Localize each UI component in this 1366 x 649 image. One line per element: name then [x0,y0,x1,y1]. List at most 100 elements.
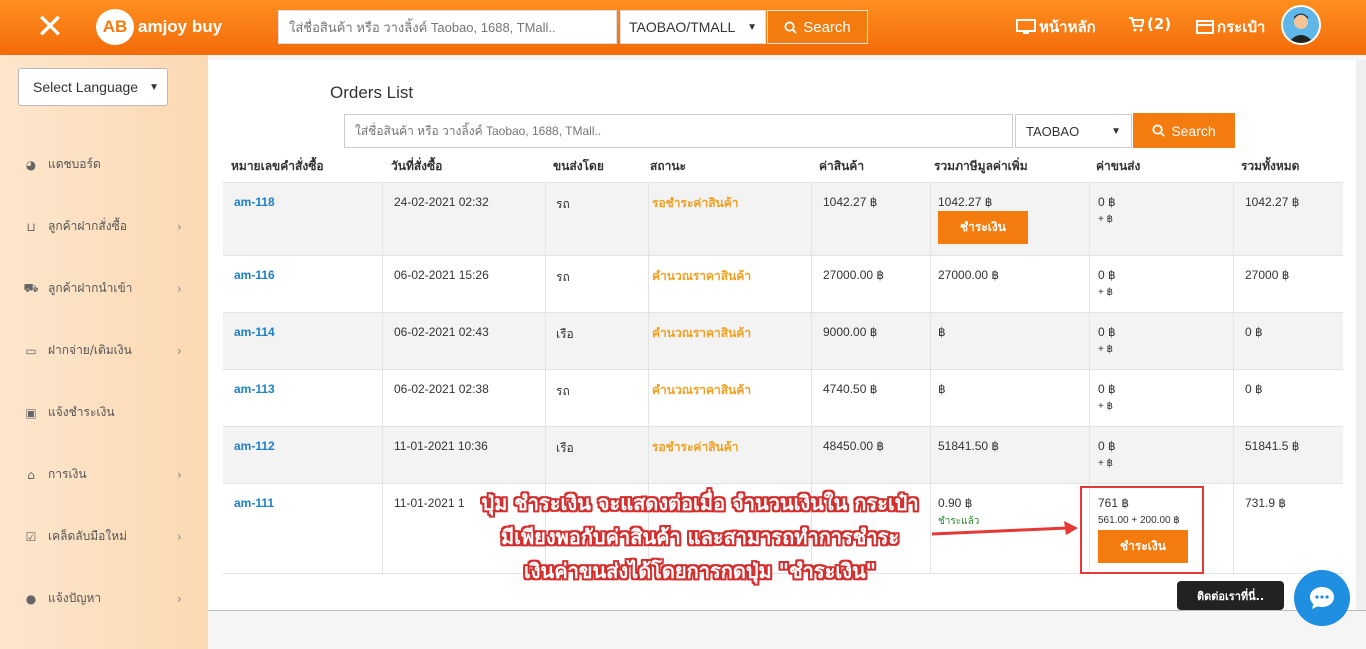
column-header: สถานะ [650,159,686,173]
order-date: 06-02-2021 02:43 [394,325,489,339]
footer-area [208,611,1366,649]
order-id-link[interactable]: am-111 [234,496,274,510]
nav-cart[interactable]: (2) [1128,15,1171,33]
table-row [223,312,1343,369]
main-top-strip [208,55,1366,60]
column-header: ค่าขนส่ง [1096,159,1141,173]
logo[interactable]: AB amjoy buy [96,9,222,45]
column-header: รวมทั้งหมด [1241,159,1300,173]
close-menu-icon[interactable]: ✕ [28,10,72,44]
language-select[interactable]: Select Language ▼ [18,68,168,106]
chevron-down-icon: ▼ [149,81,159,93]
orders-search-input[interactable] [344,114,1013,148]
column-header: ค่าสินค้า [819,159,865,173]
chat-button[interactable] [1294,570,1350,626]
sidebar-item-2[interactable]: ⊔ ลูกค้าฝากสั่งซื้อ › [22,217,192,236]
nav-wallet-label: กระเป๋า [1217,18,1266,36]
order-id-link[interactable]: am-113 [234,382,275,396]
header-platform-select[interactable]: TAOBAO/TMALL ▼ [620,10,766,44]
chat-label[interactable]: ติดต่อเราที่นี่.. [1177,581,1284,610]
grand-total: 0 ฿ [1245,325,1263,339]
cart-icon [1129,16,1144,31]
column-header: หมายเลขคำสั่งซื้อ [231,159,324,173]
order-date: 11-01-2021 10:36 [394,439,488,453]
orders-platform-select[interactable]: TAOBAO ▼ [1015,114,1132,148]
chevron-down-icon: ▼ [747,21,757,33]
sidebar-item-8[interactable]: ● แจ้งปัญหา › [22,589,192,608]
user-avatar-icon [1283,7,1319,43]
nav-wallet[interactable]: กระเป๋า [1196,15,1265,39]
table-row [223,426,1343,483]
header-search-label: Search [803,18,851,36]
bank-icon: ⌂ [27,467,35,482]
chevron-right-icon: › [177,219,182,234]
language-select-label: Select Language [33,79,139,95]
chevron-right-icon: › [177,281,182,296]
column-header: วันที่สั่งซื้อ [391,159,443,173]
product-price: 27000.00 ฿ [823,268,885,282]
order-id-link[interactable]: am-118 [234,195,275,209]
header-search-input[interactable] [278,10,617,44]
vat-total: 1042.27 ฿ [938,195,993,209]
chevron-right-icon: › [177,591,182,606]
column-header: รวมภาษีมูลค่าเพิ่ม [934,159,1028,173]
order-id-link[interactable]: am-112 [234,439,275,453]
sidebar-item-label: แจ้งปัญหา [48,591,102,605]
sidebar-item-7[interactable]: ☑ เคล็ดลับมือใหม่ › [22,527,192,546]
page-title: Orders List [330,83,414,102]
pay-button[interactable]: ชำระเงิน [938,211,1028,244]
order-id-link[interactable]: am-114 [234,325,275,339]
column-header: ขนส่งโดย [553,159,604,173]
shipping-method: รถ [556,384,570,398]
vat-total: ฿ [938,382,946,396]
sidebar-item-6[interactable]: ⌂ การเงิน › [22,465,192,484]
shipping-fee: 0 ฿ [1098,325,1116,339]
sidebar-item-1[interactable]: ◕ แดชบอร์ด [22,155,192,174]
header-search-button[interactable]: Search [767,10,868,44]
annotation-line-3: เงินค่าขนส่งได้โดยการกดปุ่ม "ชำระเงิน" [523,559,877,583]
shipping-fee-detail: + ฿ [1098,214,1113,225]
annotation-text: ปุ่ม ชำระเงิน จะแสดงต่อเมื่อ จำนวนเงินใน… [460,486,940,588]
sidebar-item-5[interactable]: ▣ แจ้งชำระเงิน [22,403,192,422]
shipping-method: รถ [556,197,570,211]
product-price: 48450.00 ฿ [823,439,885,453]
chevron-down-icon: ▼ [1111,125,1121,137]
status-badge: คำนวณราคาสินค้า [652,269,752,283]
sidebar-item-3[interactable]: ⛟ ลูกค้าฝากนำเข้า › [22,279,192,298]
chevron-right-icon: › [177,343,182,358]
scrollbar[interactable] [1356,60,1366,610]
wallet-icon [1196,20,1214,34]
grand-total: 51841.5 ฿ [1245,439,1300,453]
grand-total: 1042.27 ฿ [1245,195,1300,209]
annotation-line-2: มีเพียงพอกับค่าสินค้า และสามารถทำการชำระ [500,525,900,549]
orders-search-label: Search [1171,122,1216,139]
orders-search-button[interactable]: Search [1133,113,1235,148]
search-icon [784,20,797,34]
vat-total: 0.90 ฿ [938,496,973,510]
grand-total: 731.9 ฿ [1245,496,1286,510]
vat-total: ฿ [938,325,946,339]
annotation-arrow-icon [931,521,1078,536]
sidebar-item-label: แจ้งชำระเงิน [48,405,115,419]
nav-home[interactable]: หน้าหลัก [1016,15,1096,39]
shipping-fee-detail: + ฿ [1098,344,1113,355]
order-id-link[interactable]: am-116 [234,268,275,282]
shipping-fee-detail: + ฿ [1098,401,1113,412]
shipping-fee: 0 ฿ [1098,382,1116,396]
logo-mark: AB [96,9,134,45]
status-badge: คำนวณราคาสินค้า [652,383,752,397]
annotation-line-1: ปุ่ม ชำระเงิน จะแสดงต่อเมื่อ จำนวนเงินใน… [481,491,919,515]
sidebar-item-label: เคล็ดลับมือใหม่ [48,529,128,543]
avatar[interactable] [1281,5,1321,45]
header-platform-value: TAOBAO/TMALL [629,19,736,35]
order-date: 11-01-2021 1 [394,496,465,510]
search-icon [1152,124,1166,137]
shipping-fee: 0 ฿ [1098,268,1116,282]
card-icon: ▭ [25,343,37,358]
sidebar-item-4[interactable]: ▭ ฝากจ่าย/เติมเงิน › [22,341,192,360]
status-badge: รอชำระค่าสินค้า [652,440,739,454]
highlight-box [1080,486,1204,574]
sidebar-item-label: แดชบอร์ด [48,157,101,171]
order-date: 06-02-2021 15:26 [394,268,489,282]
chat-icon [1310,587,1334,609]
